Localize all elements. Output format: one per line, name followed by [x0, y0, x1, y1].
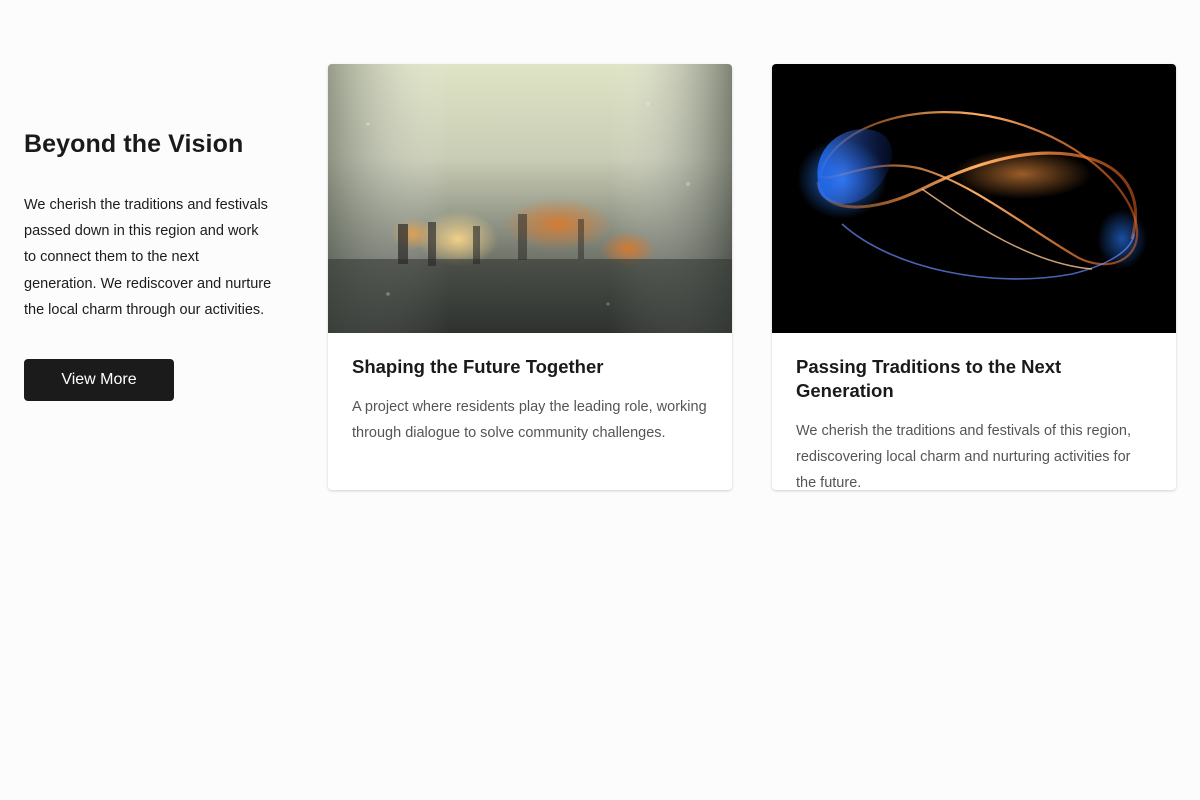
- page: Beyond the Vision We cherish the traditi…: [0, 0, 1200, 800]
- card-passing-traditions[interactable]: Passing Traditions to the Next Generatio…: [772, 64, 1176, 490]
- card-image-foggy-street: [328, 64, 732, 333]
- intro-section: Beyond the Vision We cherish the traditi…: [24, 126, 274, 402]
- card-title[interactable]: Passing Traditions to the Next Generatio…: [796, 355, 1152, 403]
- card-shaping-future[interactable]: Shaping the Future Together A project wh…: [328, 64, 732, 490]
- card-image-light-ribbon: [772, 64, 1176, 333]
- card-description: A project where residents play the leadi…: [352, 399, 707, 441]
- card-title[interactable]: Shaping the Future Together: [352, 355, 708, 379]
- card-body: Shaping the Future Together A project wh…: [328, 333, 732, 446]
- section-description: We cherish the traditions and festivals …: [24, 197, 272, 318]
- card-body: Passing Traditions to the Next Generatio…: [772, 333, 1176, 490]
- section-title: Beyond the Vision: [24, 130, 244, 158]
- card-description: We cherish the traditions and festivals …: [796, 423, 1132, 490]
- view-more-button[interactable]: View More: [24, 359, 174, 402]
